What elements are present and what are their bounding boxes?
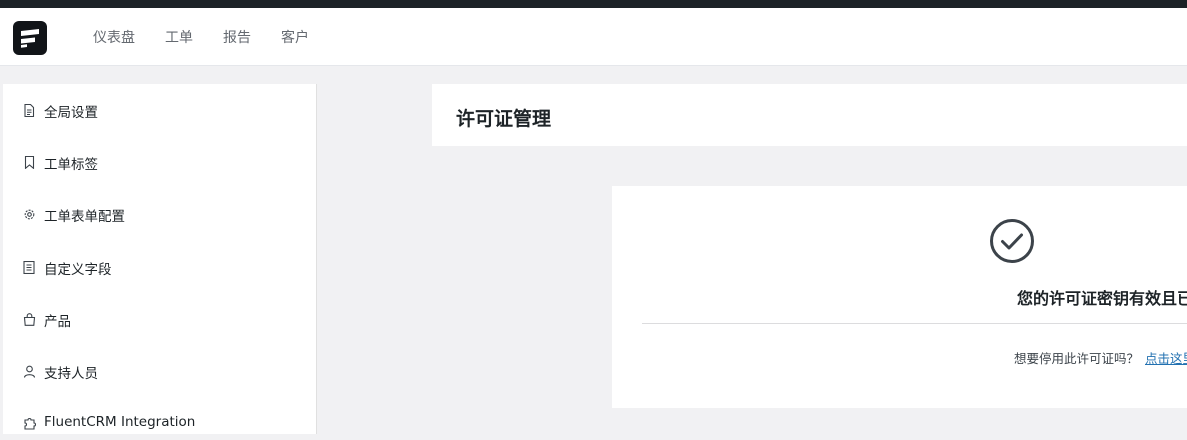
settings-sidebar: 全局设置 工单标签 工单表单配置 自定义字段 产品 支持人员 FluentCRM… xyxy=(3,84,317,434)
sidebar-item-label: 工单表单配置 xyxy=(44,209,125,225)
gear-icon xyxy=(22,207,36,221)
nav-item-reports[interactable]: 报告 xyxy=(223,27,251,47)
check-circle-icon xyxy=(990,219,1034,263)
nav-item-tickets[interactable]: 工单 xyxy=(165,27,193,47)
sidebar-item-label: 支持人员 xyxy=(44,366,98,382)
sidebar-item-label: 工单标签 xyxy=(44,157,98,173)
page-title: 许可证管理 xyxy=(456,108,552,130)
app-header: 仪表盘 工单 报告 客户 xyxy=(0,8,1187,66)
sidebar-item-ticket-tags[interactable]: 工单标签 xyxy=(3,145,316,179)
sidebar-item-products[interactable]: 产品 xyxy=(3,302,316,336)
sidebar-item-label: FluentCRM Integration xyxy=(44,414,196,430)
sidebar-item-ticket-form-config[interactable]: 工单表单配置 xyxy=(3,197,316,231)
sidebar-item-fluentcrm-integration[interactable]: FluentCRM Integration xyxy=(3,406,316,440)
deactivate-prompt: 想要停用此许可证吗？ xyxy=(1013,351,1139,366)
sidebar-item-support-staff[interactable]: 支持人员 xyxy=(3,354,316,388)
nav-item-customers[interactable]: 客户 xyxy=(281,27,309,47)
license-status-card: 您的许可证密钥有效且已激活 想要停用此许可证吗？ 点击这里 xyxy=(612,186,1187,408)
nav-item-dashboard[interactable]: 仪表盘 xyxy=(93,27,135,47)
sidebar-item-label: 全局设置 xyxy=(44,105,98,121)
sidebar-item-label: 自定义字段 xyxy=(44,262,112,278)
puzzle-icon xyxy=(22,416,36,430)
main-nav: 仪表盘 工单 报告 客户 xyxy=(93,8,339,65)
list-icon xyxy=(22,260,36,274)
license-valid-message: 您的许可证密钥有效且已激活 xyxy=(1016,289,1187,308)
app-logo[interactable] xyxy=(13,21,47,55)
shopping-bag-icon xyxy=(22,312,36,326)
sidebar-item-label: 产品 xyxy=(44,314,71,330)
sidebar-item-custom-fields[interactable]: 自定义字段 xyxy=(3,250,316,284)
user-icon xyxy=(22,364,36,378)
logo-icon xyxy=(21,29,39,48)
admin-top-bar xyxy=(0,0,1187,8)
divider xyxy=(642,323,1187,324)
page-title-bar: 许可证管理 xyxy=(432,84,1187,146)
bookmark-icon xyxy=(22,155,36,169)
deactivate-prompt-line: 想要停用此许可证吗？ 点击这里 xyxy=(612,348,1187,367)
document-icon xyxy=(22,103,36,117)
deactivate-license-link[interactable]: 点击这里 xyxy=(1145,351,1187,366)
sidebar-item-global-settings[interactable]: 全局设置 xyxy=(3,93,316,127)
